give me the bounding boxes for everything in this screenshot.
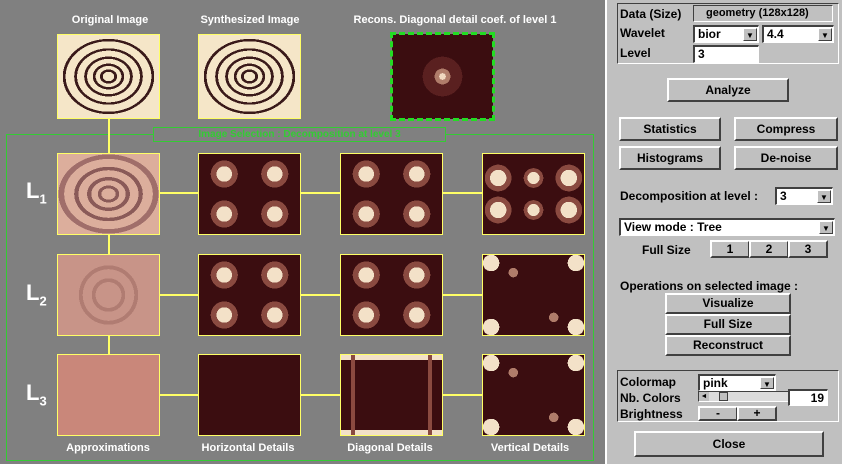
horizontal-details-label: Horizontal Details	[201, 442, 295, 454]
brightness-plus-button[interactable]: +	[737, 406, 777, 421]
synthesized-image-label: Synthesized Image	[200, 14, 300, 26]
full-size-label: Full Size	[642, 243, 691, 257]
approx-level-3[interactable]	[57, 354, 160, 436]
statistics-button[interactable]: Statistics	[619, 117, 721, 141]
visualize-button[interactable]: Visualize	[665, 293, 791, 314]
full-size-2-button[interactable]: 2	[749, 240, 789, 258]
brightness-label: Brightness	[620, 407, 683, 421]
level-1-label: L1	[26, 178, 47, 207]
tree-line	[108, 119, 110, 155]
image-selection-title: Image Selection : Decomposition at level…	[153, 127, 446, 142]
horizontal-detail-level-2[interactable]	[198, 254, 301, 336]
reconstruct-button[interactable]: Reconstruct	[665, 335, 791, 356]
data-size-label: Data (Size)	[620, 7, 682, 21]
slider-left-arrow-icon[interactable]: ◄	[699, 392, 709, 401]
denoise-button[interactable]: De-noise	[734, 146, 838, 170]
chevron-down-icon: ▼	[817, 190, 831, 203]
approximations-label: Approximations	[66, 442, 150, 454]
full-size-button[interactable]: Full Size	[665, 314, 791, 335]
tree-line	[108, 234, 110, 254]
vertical-detail-level-3[interactable]	[482, 354, 585, 436]
wavelet-number-select[interactable]: 4.4 ▼	[762, 25, 834, 43]
level-3-label: L3	[26, 380, 47, 409]
colormap-label: Colormap	[620, 375, 677, 389]
nb-colors-label: Nb. Colors	[620, 391, 681, 405]
diagonal-detail-level-3[interactable]	[340, 354, 443, 436]
decomposition-level-label: Decomposition at level :	[620, 189, 759, 203]
wavelet-label: Wavelet	[620, 26, 665, 40]
vertical-detail-level-1[interactable]	[482, 153, 585, 235]
level-select[interactable]: 3	[693, 45, 759, 63]
view-mode-select[interactable]: View mode : Tree ▼	[619, 218, 835, 236]
data-value-field: geometry (128x128)	[693, 5, 833, 22]
original-image[interactable]	[57, 34, 160, 119]
chevron-down-icon: ▼	[819, 221, 833, 234]
horizontal-detail-level-1[interactable]	[198, 153, 301, 235]
vertical-details-label: Vertical Details	[490, 442, 570, 454]
recons-label: Recons. Diagonal detail coef. of level 1	[353, 14, 557, 26]
synthesized-image[interactable]	[198, 34, 301, 119]
vertical-detail-level-2[interactable]	[482, 254, 585, 336]
brightness-minus-button[interactable]: -	[698, 406, 738, 421]
chevron-down-icon: ▼	[760, 377, 774, 389]
level-label: Level	[620, 46, 651, 60]
operations-label: Operations on selected image :	[620, 279, 799, 293]
diagonal-details-label: Diagonal Details	[347, 442, 433, 454]
full-size-1-button[interactable]: 1	[710, 240, 750, 258]
nb-colors-input[interactable]: 19	[788, 389, 828, 406]
original-image-label: Original Image	[71, 14, 149, 26]
chevron-down-icon: ▼	[818, 28, 832, 41]
decomposition-level-select[interactable]: 3 ▼	[775, 187, 833, 205]
tree-line	[108, 336, 110, 354]
control-panel: Data (Size) geometry (128x128) Wavelet b…	[605, 0, 842, 464]
close-button[interactable]: Close	[634, 431, 824, 457]
chevron-down-icon: ▼	[743, 28, 757, 41]
wavelet-family-select[interactable]: bior ▼	[693, 25, 759, 43]
diagonal-detail-level-1[interactable]	[340, 153, 443, 235]
approx-level-1[interactable]	[57, 153, 160, 235]
diagonal-detail-level-2[interactable]	[340, 254, 443, 336]
compress-button[interactable]: Compress	[734, 117, 838, 141]
colormap-select[interactable]: pink ▼	[698, 374, 776, 391]
histograms-button[interactable]: Histograms	[619, 146, 721, 170]
full-size-3-button[interactable]: 3	[788, 240, 828, 258]
approx-level-2[interactable]	[57, 254, 160, 336]
analyze-button[interactable]: Analyze	[667, 78, 789, 102]
horizontal-detail-level-3[interactable]	[198, 354, 301, 436]
level-2-label: L2	[26, 280, 47, 309]
slider-thumb[interactable]	[719, 392, 728, 401]
selected-image-frame	[390, 32, 495, 121]
